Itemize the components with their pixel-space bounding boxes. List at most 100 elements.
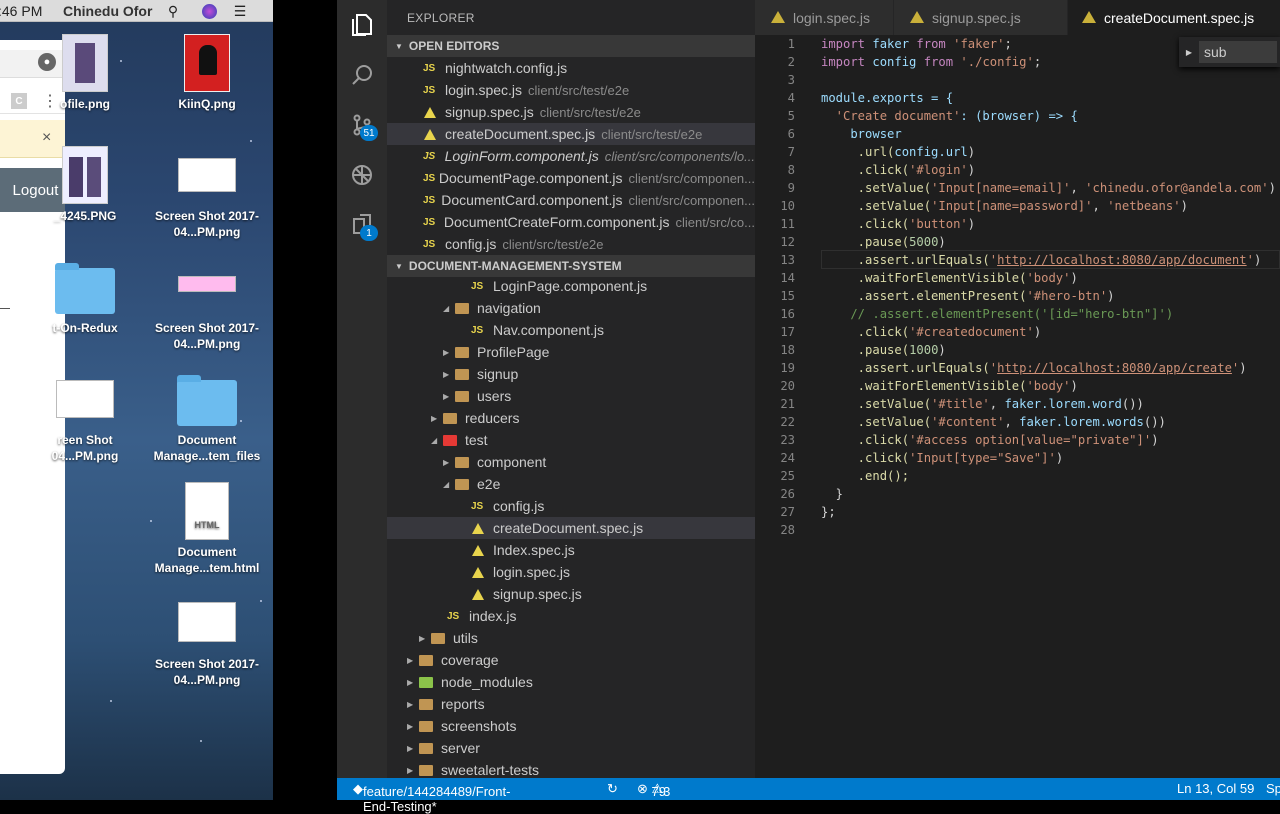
code-editor[interactable]: 1 2 3 4 5 6 7 8 9 10 11 12 13 14 15 16 17 18 19 20 21 22 23 24 2…	[755, 35, 1280, 778]
file-name: Index.spec.js	[493, 542, 575, 558]
screenshot-thumbnail-icon	[152, 594, 262, 652]
tree-item[interactable]: JS Nav.component.js	[387, 319, 755, 341]
warning-count: 3	[663, 784, 671, 799]
spotlight-search-icon[interactable]: ⚲	[164, 2, 182, 20]
line-number: 9	[787, 181, 795, 195]
indentation-indicator[interactable]: Sp	[1266, 781, 1280, 796]
tree-folder[interactable]: ▶ signup	[387, 363, 755, 385]
image-thumbnail-icon	[62, 146, 108, 204]
tree-item[interactable]: Index.spec.js	[387, 539, 755, 561]
folder-name: component	[477, 454, 547, 470]
current-user[interactable]: Chinedu Ofor	[63, 3, 152, 19]
tab-signup-spec[interactable]: signup.spec.js	[894, 0, 1067, 35]
explorer-icon[interactable]	[337, 0, 387, 50]
desktop-icon-folder[interactable]: Document Manage...tem_files	[152, 370, 262, 464]
desktop-icon-file[interactable]: HTML Document Manage...tem.html	[152, 482, 262, 576]
tree-folder[interactable]: ▶ reducers	[387, 407, 755, 429]
open-editor-item[interactable]: JS nightwatch.config.js	[387, 57, 755, 79]
warning-file-icon	[1082, 11, 1096, 23]
close-icon[interactable]: ×	[42, 129, 51, 147]
html-file-icon: HTML	[185, 482, 229, 540]
desktop-icon-folder[interactable]: t-On-Redux	[30, 258, 140, 336]
chevron-down-icon: ▼	[395, 41, 403, 51]
project-header[interactable]: ▼ DOCUMENT-MANAGEMENT-SYSTEM	[387, 255, 755, 277]
cursor-position[interactable]: Ln 13, Col 59	[1177, 781, 1254, 796]
tree-folder[interactable]: ◢ e2e	[387, 473, 755, 495]
find-widget[interactable]: ▶ sub	[1179, 37, 1280, 67]
notification-center-icon[interactable]: ☰	[231, 2, 249, 20]
tree-folder[interactable]: ▶ sweetalert-tests	[387, 759, 755, 778]
desktop-icon-file[interactable]: ofile.png	[30, 34, 140, 112]
tree-folder[interactable]: ▶ utils	[387, 627, 755, 649]
search-icon[interactable]	[337, 50, 387, 100]
open-editor-item[interactable]: createDocument.spec.js client/src/test/e2…	[387, 123, 755, 145]
chevron-right-icon[interactable]: ▶	[1179, 48, 1199, 57]
desktop-icon-file[interactable]: KiinQ.png	[152, 34, 262, 112]
sync-icon[interactable]: ↻	[607, 781, 618, 797]
code-line: import faker from 'faker';	[821, 37, 1012, 51]
tree-folder[interactable]: ▶ node_modules	[387, 671, 755, 693]
desktop-icon-file[interactable]: Screen Shot 2017-04...PM.png	[152, 258, 262, 352]
extension-icon[interactable]: C	[11, 93, 27, 109]
section-label: DOCUMENT-MANAGEMENT-SYSTEM	[408, 259, 622, 273]
tab-label: createDocument.spec.js	[1104, 9, 1255, 26]
tree-folder[interactable]: ▶ component	[387, 451, 755, 473]
tree-folder[interactable]: ◢ navigation	[387, 297, 755, 319]
tree-item[interactable]: signup.spec.js	[387, 583, 755, 605]
file-name: index.js	[469, 608, 517, 624]
tree-folder[interactable]: ▶ users	[387, 385, 755, 407]
open-editor-item[interactable]: JS DocumentCard.component.js client/src/co…	[387, 189, 755, 211]
debug-icon[interactable]	[337, 150, 387, 200]
warning-file-icon	[910, 11, 924, 23]
tree-item[interactable]: createDocument.spec.js	[387, 517, 755, 539]
open-editor-item[interactable]: JS login.spec.js client/src/test/e2e	[387, 79, 755, 101]
code-line: .assert.urlEquals('http://localhost:8080…	[821, 253, 1262, 267]
source-control-icon[interactable]: 51	[337, 100, 387, 150]
desktop-icon-file[interactable]: Screen Shot 2017-04...PM.png	[152, 594, 262, 688]
tree-item[interactable]: login.spec.js	[387, 561, 755, 583]
desktop-icon-file[interactable]: _4245.PNG	[30, 146, 140, 224]
clock: :46 PM	[0, 3, 43, 19]
desktop-icon-file[interactable]: reen Shot 04...PM.png	[30, 370, 140, 464]
open-editor-item[interactable]: JS DocumentCreateForm.component.js client/…	[387, 211, 755, 233]
tree-folder[interactable]: ▶ coverage	[387, 649, 755, 671]
tree-folder[interactable]: ▶ ProfilePage	[387, 341, 755, 363]
line-number: 20	[780, 379, 795, 393]
problems-indicator[interactable]: ⊗ 79 ⚠ 3	[637, 781, 670, 799]
line-number: 8	[787, 163, 795, 177]
desktop-icon-file[interactable]: Screen Shot 2017-04...PM.png	[152, 146, 262, 240]
warning-file-icon	[471, 565, 493, 579]
tree-folder[interactable]: ▶ reports	[387, 693, 755, 715]
tree-folder[interactable]: ▶ server	[387, 737, 755, 759]
open-editor-item[interactable]: JS DocumentPage.component.js client/src/co…	[387, 167, 755, 189]
line-number: 18	[780, 343, 795, 357]
warning-file-icon	[771, 11, 785, 23]
file-name: nightwatch.config.js	[445, 60, 568, 76]
line-number: 7	[787, 145, 795, 159]
open-editor-item[interactable]: JS config.js client/src/test/e2e	[387, 233, 755, 255]
open-editors-header[interactable]: ▼ OPEN EDITORS	[387, 35, 755, 57]
tree-folder[interactable]: ◢ test	[387, 429, 755, 451]
chevron-right-icon: ▶	[407, 655, 414, 665]
desktop-icon-label: reen Shot 04...PM.png	[51, 433, 119, 463]
js-file-icon: JS	[447, 610, 460, 622]
find-input[interactable]: sub	[1199, 41, 1277, 63]
folder-name: users	[477, 388, 512, 404]
open-editor-item[interactable]: signup.spec.js client/src/test/e2e	[387, 101, 755, 123]
siri-icon[interactable]	[200, 2, 218, 20]
tab-login-spec[interactable]: login.spec.js	[755, 0, 893, 35]
folder-icon	[419, 698, 433, 710]
git-branch[interactable]: ◆ feature/144284489/Front-End-Testing*	[353, 781, 510, 814]
tree-item[interactable]: JS LoginPage.component.js	[387, 275, 755, 297]
open-editor-item[interactable]: JS LoginForm.component.js client/src/compo…	[387, 145, 755, 167]
folder-name: node_modules	[441, 674, 533, 690]
line-number: 24	[780, 451, 795, 465]
file-path: client/src/test/e2e	[502, 236, 604, 252]
tree-item[interactable]: JS index.js	[387, 605, 755, 627]
tree-item[interactable]: JS config.js	[387, 495, 755, 517]
tree-folder[interactable]: ▶ screenshots	[387, 715, 755, 737]
desktop-icon-label: ofile.png	[60, 97, 110, 111]
tab-createdocument-spec[interactable]: createDocument.spec.js	[1068, 0, 1280, 35]
extensions-icon[interactable]: 1	[337, 200, 387, 250]
folder-name: server	[441, 740, 480, 756]
